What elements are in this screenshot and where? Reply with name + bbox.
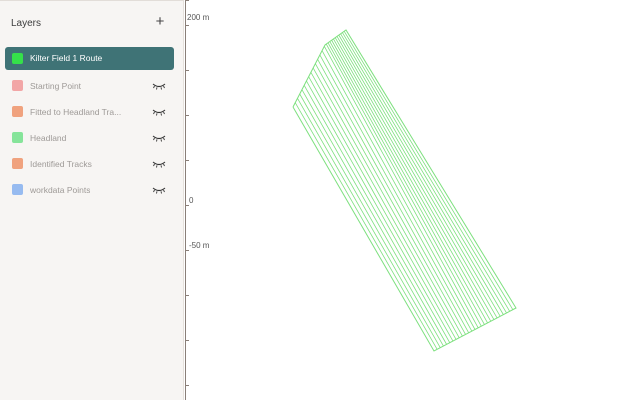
route-track-line <box>317 59 470 334</box>
eye-closed-icon[interactable] <box>152 81 166 91</box>
route-track-line <box>323 46 479 329</box>
route-track-line <box>342 32 511 312</box>
route-track-line <box>331 40 492 322</box>
layers-title: Layers <box>11 18 42 29</box>
layer-color-swatch <box>12 106 23 117</box>
layer-color-swatch <box>12 80 23 91</box>
route-track-line <box>315 63 466 335</box>
layer-list: Kilter Field 1 Route Starting Point Fitt… <box>0 47 184 203</box>
layer-color-swatch <box>12 158 23 169</box>
route-track-line <box>303 85 451 343</box>
layer-item-headland[interactable]: Headland <box>0 125 184 151</box>
eye-closed-icon[interactable] <box>152 185 166 195</box>
route-track-line <box>310 72 460 338</box>
layer-item-workdata-points[interactable]: workdata Points <box>0 177 184 203</box>
route-track-line <box>336 36 501 317</box>
route-track-line <box>321 50 476 330</box>
eye-closed-icon[interactable] <box>152 133 166 143</box>
layer-label: Kilter Field 1 Route <box>30 53 103 63</box>
route-track-line <box>299 93 444 347</box>
layer-label: Fitted to Headland Tra... <box>30 107 122 117</box>
field-route-path <box>292 29 517 352</box>
layers-panel: Layers + Kilter Field 1 Route Starting P… <box>0 0 184 400</box>
layer-label: workdata Points <box>30 185 91 195</box>
route-track-line <box>329 41 488 324</box>
field-boundary <box>292 29 517 352</box>
eye-closed-icon[interactable] <box>152 159 166 169</box>
layer-color-swatch <box>12 132 23 143</box>
layer-color-swatch <box>12 53 23 64</box>
layer-label: Identified Tracks <box>30 159 92 169</box>
layer-item-identified-tracks[interactable]: Identified Tracks <box>0 151 184 177</box>
map-canvas[interactable]: 200 m 0 -50 m <box>185 0 624 400</box>
route-track-line <box>327 42 485 325</box>
layer-item-kilter-field-1-route[interactable]: Kilter Field 1 Route <box>5 47 174 70</box>
layer-item-fitted-to-headland-tracks[interactable]: Fitted to Headland Tra... <box>0 99 184 125</box>
eye-closed-icon[interactable] <box>152 107 166 117</box>
layer-label: Headland <box>30 133 67 143</box>
layer-color-swatch <box>12 184 23 195</box>
layer-item-starting-point[interactable]: Starting Point <box>0 73 184 99</box>
layers-header: Layers + <box>0 0 184 44</box>
route-track-line <box>340 33 507 314</box>
layer-label: Starting Point <box>30 81 82 91</box>
add-layer-button[interactable]: + <box>152 13 168 31</box>
